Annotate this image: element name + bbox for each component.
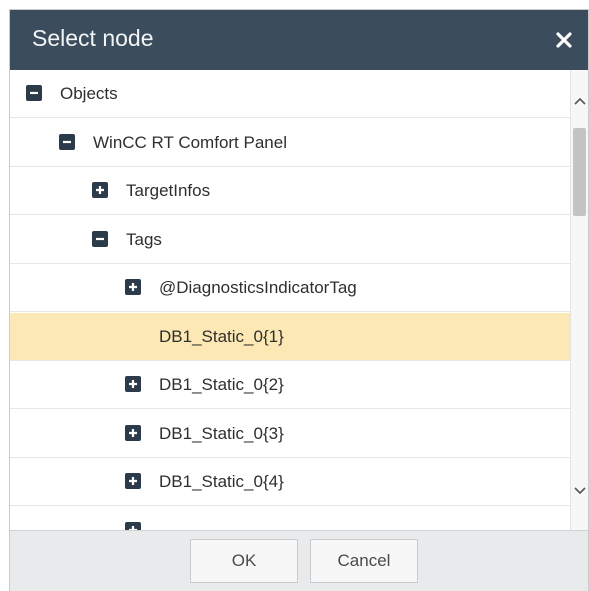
dialog-title: Select node <box>32 25 154 51</box>
cancel-button[interactable]: Cancel <box>310 539 418 583</box>
expand-plus-icon[interactable] <box>125 424 141 441</box>
scroll-thumb[interactable] <box>573 128 586 216</box>
expand-plus-icon[interactable] <box>125 473 141 489</box>
tree-scrollbar[interactable] <box>570 70 588 530</box>
tree-row-label: @DiagnosticsIndicatorTag <box>159 278 357 297</box>
expand-plus-icon[interactable] <box>125 376 141 392</box>
tree-row-label: DB1_Static_0{4} <box>159 472 284 491</box>
close-icon[interactable] <box>552 28 576 52</box>
tree-row-label: Objects <box>60 84 118 103</box>
scroll-down-icon[interactable] <box>572 482 588 500</box>
expand-plus-icon[interactable] <box>125 521 141 530</box>
tree-row-label: DB1_Static_0{3} <box>159 423 284 443</box>
tree-row-label: WinCC RT Comfort Panel <box>93 132 287 152</box>
expand-plus-icon[interactable] <box>92 182 108 198</box>
select-node-dialog: Select node Objects WinCC RT Comfort Pane… <box>10 10 588 591</box>
tree-row[interactable]: @DiagnosticsIndicatorTag <box>10 264 570 312</box>
tree-row-label: DB1_Static_0{1} <box>159 326 284 346</box>
tree-row-label: DB1_Static_0{2} <box>159 375 284 394</box>
expand-plus-icon[interactable] <box>125 279 141 295</box>
title-bar: Select node <box>10 10 588 70</box>
node-tree: Objects WinCC RT Comfort Panel TargetInfos… <box>10 70 570 530</box>
ok-button[interactable]: OK <box>190 539 298 583</box>
collapse-minus-icon[interactable] <box>59 133 75 150</box>
tree-row[interactable]: TargetInfos <box>10 167 570 215</box>
tree-row[interactable]: DB1_Static_0{3} <box>10 410 570 458</box>
tree-row[interactable]: DB1_Static_0{1} <box>10 312 570 361</box>
scroll-up-icon[interactable] <box>572 92 588 110</box>
tree-row[interactable] <box>10 507 570 530</box>
tree-row[interactable]: DB1_Static_0{2} <box>10 361 570 409</box>
collapse-minus-icon[interactable] <box>92 230 108 247</box>
dialog-footer: OK Cancel <box>10 530 588 591</box>
tree-row-label: Tags <box>126 229 162 249</box>
collapse-minus-icon[interactable] <box>26 85 42 101</box>
tree-row[interactable]: Objects <box>10 70 570 118</box>
tree-row-label: TargetInfos <box>126 181 211 200</box>
tree-row[interactable]: Tags <box>10 216 570 264</box>
tree-row[interactable]: DB1_Static_0{4} <box>10 458 570 506</box>
tree-row[interactable]: WinCC RT Comfort Panel <box>10 119 570 167</box>
